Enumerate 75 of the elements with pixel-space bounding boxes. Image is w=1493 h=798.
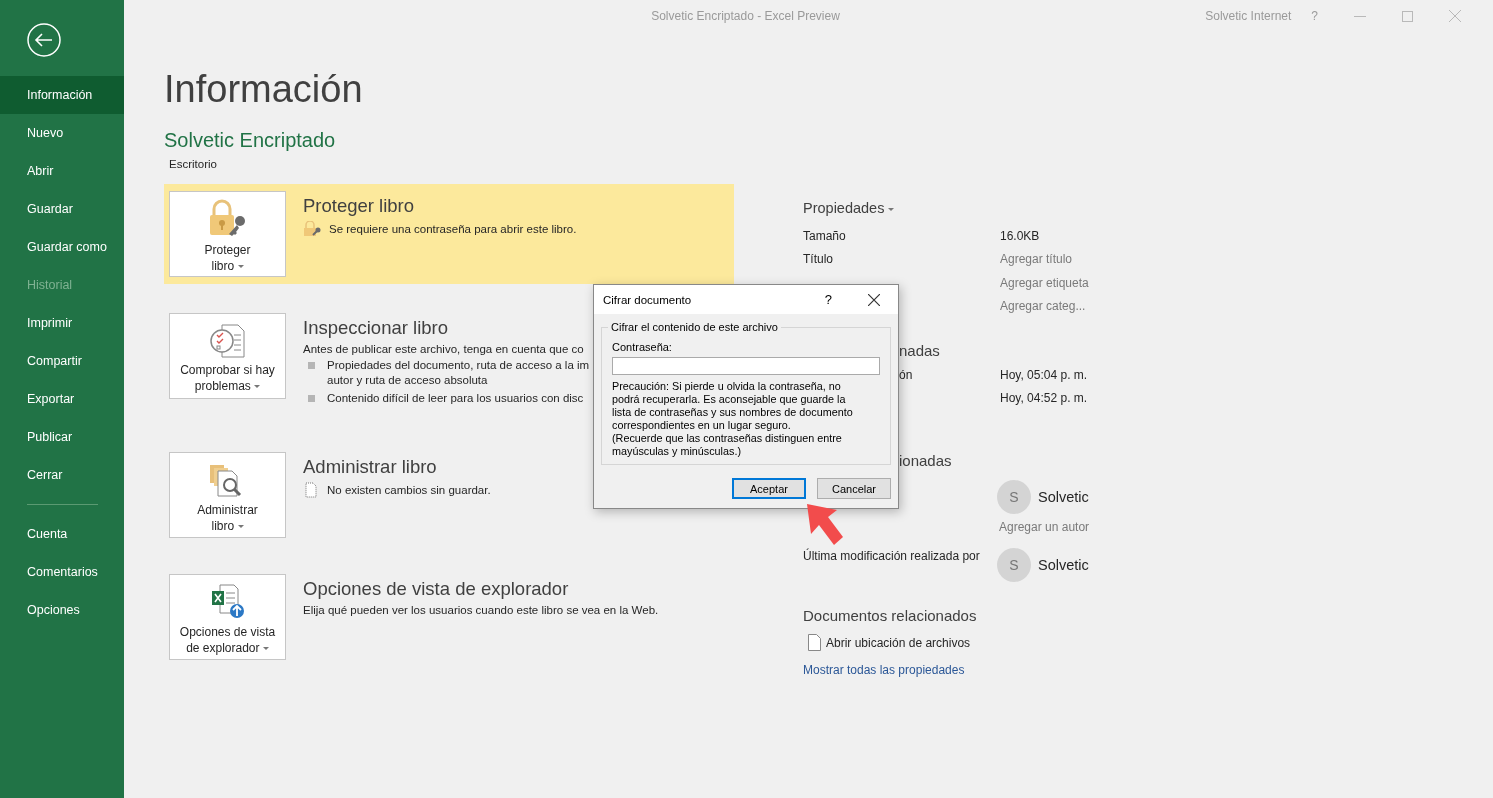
section-button[interactable]: Comprobar si hay problemas <box>169 313 286 399</box>
person-name: Solvetic <box>1038 489 1089 505</box>
property-value[interactable]: Agregar título <box>1000 252 1073 267</box>
section-title: Administrar libro <box>303 456 438 478</box>
property-value: 16.0KB <box>1000 228 1040 243</box>
sidebar-item[interactable]: Cerrar <box>0 456 124 494</box>
maximize-icon[interactable] <box>1402 10 1413 22</box>
bullet-icon <box>308 362 315 369</box>
properties-heading[interactable]: Propiedades <box>803 200 1163 216</box>
section-heading: Documentos relacionados <box>803 607 978 624</box>
sidebar-item[interactable]: Abrir <box>0 152 124 190</box>
status-text: Se requiere una contraseña para abrir este libro. <box>329 223 577 235</box>
caret-icon <box>237 524 244 528</box>
open-location-link[interactable]: Abrir ubicación de archivos <box>826 635 971 650</box>
file-location: Escritorio <box>169 158 218 170</box>
sidebar-item[interactable]: Guardar <box>0 190 124 228</box>
property-label: Tamaño <box>803 228 847 243</box>
property-label: ón <box>898 367 914 382</box>
property-label: Título <box>803 252 834 267</box>
pointer-arrow <box>805 502 845 548</box>
status-text: No existen cambios sin guardar. <box>327 484 491 496</box>
dialog-button[interactable]: Aceptar <box>732 478 806 499</box>
sidebar-item[interactable]: Exportar <box>0 380 124 418</box>
sidebar-item[interactable]: Comentarios <box>0 553 124 591</box>
group-label: Cifrar el contenido de este archivo <box>608 321 781 333</box>
section-heading: ionadas <box>898 452 952 469</box>
page-title: Información <box>164 68 364 111</box>
help-button[interactable]: ? <box>824 292 832 307</box>
file-name: Solvetic Encriptado <box>164 129 337 152</box>
sidebar-item[interactable]: Compartir <box>0 342 124 380</box>
sidebar-item[interactable]: Nuevo <box>0 114 124 152</box>
checklist-document-icon <box>207 322 248 359</box>
bullet-icon <box>308 395 315 402</box>
section-button[interactable]: Administrar libro <box>169 452 286 538</box>
bullet-text: Propiedades del documento, ruta de acceso a la im autor y ruta de acceso absoluta <box>327 358 590 388</box>
property-value[interactable]: Agregar categ... <box>1000 299 1086 314</box>
warning-text: Precaución: Si pierde u olvida la contraseña, no podrá recuperarla. Es aconsejable que guarde la lista de contraseñas y sus nombres de documento correspondientes en un lugar seguro. (Recuerde que las contraseñas distinguen entre mayúsculas y minúsculas.) <box>612 380 854 458</box>
property-value: Hoy, 05:04 p. m. <box>1000 367 1088 382</box>
add-author-link[interactable]: Agregar un autor <box>999 520 1090 534</box>
document-icon <box>303 482 319 498</box>
section-description: Elija qué pueden ver los usuarios cuando este libro se vea en la Web. <box>303 604 659 616</box>
sidebar-item[interactable]: Publicar <box>0 418 124 456</box>
field-label: Contraseña: <box>612 341 673 353</box>
password-field[interactable] <box>612 357 880 375</box>
section-title: Opciones de vista de explorador <box>303 578 570 600</box>
section-button[interactable]: Opciones de vista de explorador <box>169 574 286 660</box>
section-button[interactable]: Proteger libro <box>169 191 286 277</box>
caret-icon <box>237 264 244 268</box>
lock-key-icon <box>303 221 321 237</box>
dialog-button[interactable]: Cancelar <box>817 478 891 499</box>
caret-icon <box>254 384 261 388</box>
back-button[interactable] <box>27 23 61 57</box>
show-all-properties-link[interactable]: Mostrar todas las propiedades <box>803 663 1163 677</box>
sidebar-item[interactable]: Imprimir <box>0 304 124 342</box>
avatar: S <box>997 480 1031 514</box>
bullet-text: Contenido difícil de leer para los usuarios con disc <box>327 391 584 406</box>
property-value[interactable]: Agregar etiqueta <box>1000 275 1089 290</box>
dialog-title: Cifrar documento <box>603 293 693 306</box>
sidebar-item[interactable]: Información <box>0 76 124 114</box>
sidebar-item[interactable]: Opciones <box>0 591 124 629</box>
person-name: Solvetic <box>1038 557 1089 573</box>
caret-icon <box>888 207 895 211</box>
property-label: Última modificación realizada por <box>803 547 981 563</box>
sidebar-item[interactable]: Cuenta <box>0 515 124 553</box>
property-value: Hoy, 04:52 p. m. <box>1000 391 1088 406</box>
avatar: S <box>997 548 1031 582</box>
document-icon <box>808 634 821 651</box>
caret-icon <box>262 646 269 650</box>
section-heading: nadas <box>898 342 940 359</box>
sidebar-item[interactable]: Guardar como <box>0 228 124 266</box>
window-title: Solvetic Encriptado - Excel Preview <box>651 9 840 23</box>
section-title: Inspeccionar libro <box>303 317 449 339</box>
section-description: Antes de publicar este archivo, tenga en cuenta que co <box>303 343 585 355</box>
close-icon[interactable] <box>868 293 880 306</box>
section-title: Proteger libro <box>303 195 416 217</box>
